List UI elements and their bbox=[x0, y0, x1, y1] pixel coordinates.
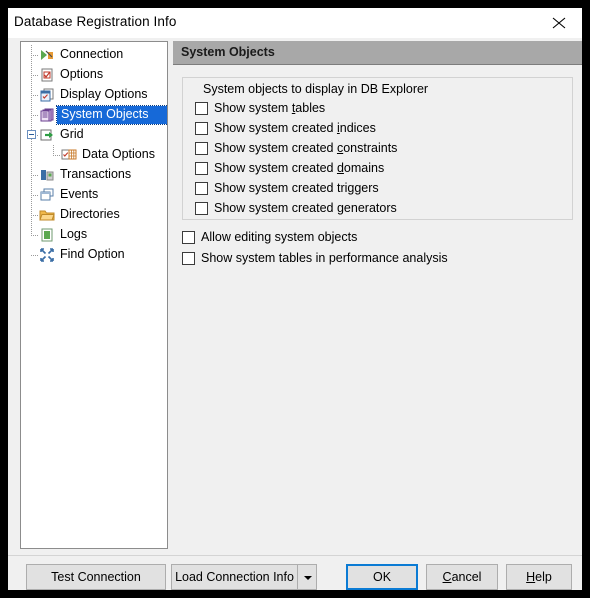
tree-connector-line bbox=[31, 215, 39, 216]
sidebar-item-label: Connection bbox=[60, 47, 124, 61]
test-connection-button[interactable]: Test Connection bbox=[26, 564, 166, 590]
checkbox-box[interactable] bbox=[195, 202, 208, 215]
tree-child-line bbox=[53, 145, 54, 155]
checkbox-label: Show system created domains bbox=[214, 161, 385, 175]
checkbox-label: Show system created indices bbox=[214, 121, 376, 135]
tree-connector-line bbox=[31, 255, 39, 256]
sidebar-item-connection[interactable]: Connection bbox=[21, 45, 167, 65]
display-window-icon bbox=[40, 88, 54, 102]
sidebar-item-display-options[interactable]: Display Options bbox=[21, 85, 167, 105]
tree-connector-line bbox=[31, 235, 39, 236]
sidebar-item-label: Find Option bbox=[60, 247, 125, 261]
tree-expander-minus-icon[interactable] bbox=[27, 130, 36, 139]
tree-connector-line bbox=[31, 55, 39, 56]
connection-plug-icon bbox=[41, 50, 53, 60]
checkbox-label: Show system created generators bbox=[214, 201, 397, 215]
checkbox-label: Show system tables bbox=[214, 101, 326, 115]
sidebar-item-label: Grid bbox=[60, 127, 84, 141]
events-icon bbox=[40, 188, 54, 201]
checkbox-box[interactable] bbox=[195, 162, 208, 175]
checkbox-label: Show system created triggers bbox=[214, 181, 379, 195]
checkbox-box[interactable] bbox=[195, 102, 208, 115]
groupbox-legend: System objects to display in DB Explorer bbox=[199, 82, 433, 96]
sidebar-item-label: Events bbox=[60, 187, 99, 201]
sidebar-item-transactions[interactable]: Transactions bbox=[21, 165, 167, 185]
transactions-icon bbox=[41, 170, 54, 181]
sidebar-item-label: Display Options bbox=[60, 87, 148, 101]
checkbox-label: Allow editing system objects bbox=[201, 230, 358, 244]
title-bar: Database Registration Info bbox=[8, 8, 582, 38]
sidebar-item-events[interactable]: Events bbox=[21, 185, 167, 205]
ok-button[interactable]: OK bbox=[346, 564, 418, 590]
options-document-icon bbox=[41, 68, 53, 82]
sidebar-item-logs[interactable]: Logs bbox=[21, 225, 167, 245]
tree-connector-line bbox=[31, 95, 39, 96]
find-option-icon bbox=[40, 248, 54, 262]
tree-connector-line bbox=[31, 195, 39, 196]
sidebar-item-find-option[interactable]: Find Option bbox=[21, 245, 167, 265]
navigation-tree-panel[interactable]: Connection Options Display Options System O… bbox=[20, 41, 168, 549]
chevron-down-icon bbox=[304, 576, 312, 580]
grid-arrow-icon bbox=[40, 129, 53, 141]
checkbox-label: Show system created constraints bbox=[214, 141, 398, 155]
cancel-button[interactable]: Cancel bbox=[426, 564, 498, 590]
button-bar: Test Connection Load Connection Info OK … bbox=[8, 556, 582, 590]
checkbox-box[interactable] bbox=[195, 142, 208, 155]
sidebar-item-data-options[interactable]: Data Options bbox=[21, 145, 167, 165]
checkbox-box[interactable] bbox=[195, 182, 208, 195]
page-header: System Objects bbox=[173, 41, 582, 65]
load-connection-info-button[interactable]: Load Connection Info bbox=[171, 564, 297, 590]
dialog-window: Database Registration Info Connection Opt… bbox=[8, 8, 582, 590]
system-objects-groupbox: System objects to display in DB Explorer… bbox=[182, 77, 573, 220]
sidebar-selected-highlight[interactable]: System Objects bbox=[55, 105, 167, 125]
sidebar-item-label: Transactions bbox=[60, 167, 132, 181]
sidebar-item-options[interactable]: Options bbox=[21, 65, 167, 85]
sidebar-item-label: Directories bbox=[60, 207, 120, 221]
checkbox-label: Show system tables in performance analys… bbox=[201, 251, 448, 265]
sidebar-item-label: Options bbox=[60, 67, 104, 81]
data-options-grid-icon bbox=[61, 149, 77, 160]
checkbox-box[interactable] bbox=[182, 231, 195, 244]
checkbox-box[interactable] bbox=[182, 252, 195, 265]
help-button[interactable]: Help bbox=[506, 564, 572, 590]
sidebar-item-label: Logs bbox=[60, 227, 88, 241]
close-button[interactable] bbox=[536, 8, 582, 37]
load-connection-info-dropdown[interactable] bbox=[297, 564, 317, 590]
folder-icon bbox=[39, 210, 55, 221]
settings-content: System objects to display in DB Explorer… bbox=[173, 65, 582, 549]
checkbox-box[interactable] bbox=[195, 122, 208, 135]
sidebar-item-directories[interactable]: Directories bbox=[21, 205, 167, 225]
system-objects-stack-icon bbox=[40, 108, 54, 122]
window-title: Database Registration Info bbox=[14, 14, 177, 29]
logs-icon bbox=[41, 228, 53, 242]
tree-connector-line bbox=[53, 155, 61, 156]
tree-connector-line bbox=[31, 75, 39, 76]
sidebar-item-label: Data Options bbox=[82, 147, 155, 161]
page-title: System Objects bbox=[181, 45, 275, 59]
tree-connector-line bbox=[31, 175, 39, 176]
close-icon bbox=[552, 17, 566, 29]
sidebar-item-system-objects[interactable]: System Objects bbox=[21, 105, 167, 125]
sidebar-item-grid[interactable]: Grid bbox=[21, 125, 167, 145]
sidebar-item-label: System Objects bbox=[61, 107, 149, 121]
tree-connector-line bbox=[31, 115, 39, 116]
